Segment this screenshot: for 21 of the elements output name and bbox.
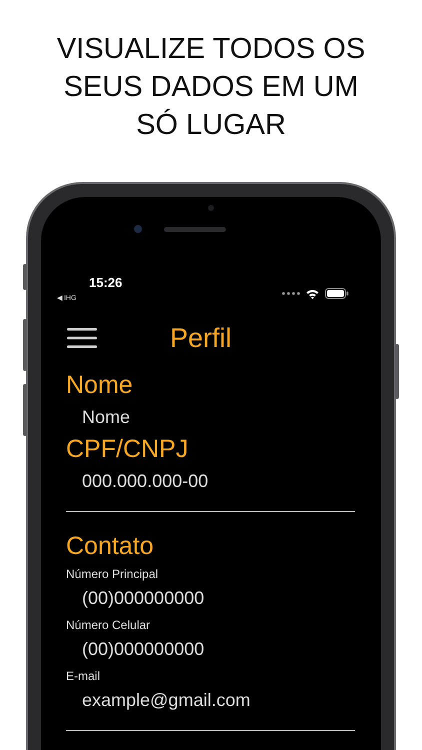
status-time: 15:26 [89, 275, 122, 290]
field-value: Nome [81, 406, 132, 429]
section-heading: CPF/CNPJ [66, 434, 190, 465]
section-heading: Nome [66, 370, 134, 401]
field-label: E-mail [66, 668, 102, 685]
field-value: example@gmail.com [81, 689, 252, 712]
page-title: Perfil [170, 322, 232, 354]
field-label: Número Principal [66, 566, 160, 583]
field-value: (00)000000000 [81, 587, 206, 610]
headline: VISUALIZE TODOS OS SEUS DADOS EM UM SÓ LUGAR [56, 32, 366, 143]
field-label: Número Celular [66, 617, 152, 634]
camera-icon [134, 225, 142, 233]
wifi-icon [306, 288, 319, 298]
speaker-grille [164, 226, 226, 232]
battery-icon [325, 288, 349, 299]
camera-icon [208, 205, 214, 211]
field-value: (00)000000000 [81, 638, 206, 661]
menu-icon[interactable] [67, 327, 97, 349]
field-value: 000.000.000-00 [81, 470, 210, 493]
signal-icon [282, 292, 300, 295]
section-heading: Contato [66, 531, 155, 562]
